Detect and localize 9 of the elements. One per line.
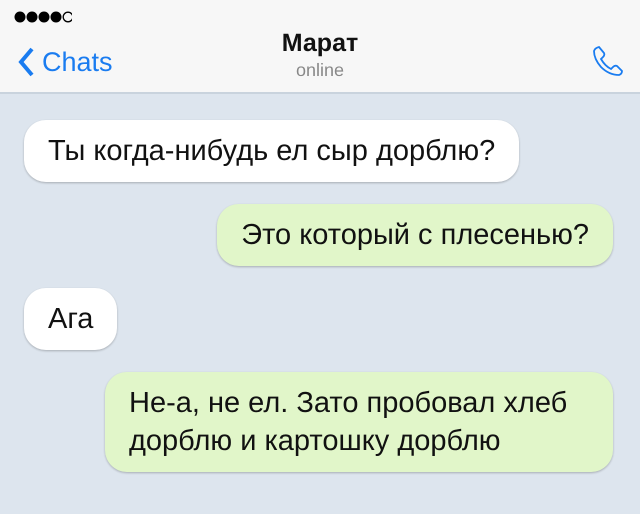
message-bubble: Это который с плесенью? bbox=[217, 204, 613, 266]
contact-name: Марат bbox=[282, 29, 358, 58]
contact-status: online bbox=[296, 60, 344, 81]
back-chevron-icon bbox=[18, 47, 34, 77]
message-bubble: Не-а, не ел. Зато пробовал хлеб дорблю и картошку дорблю bbox=[105, 372, 613, 472]
message-bubble: Ты когда-нибудь ел сыр дорблю? bbox=[24, 120, 520, 182]
message-bubble: Ага bbox=[24, 288, 118, 350]
signal-icon bbox=[14, 10, 72, 24]
back-button[interactable]: Chats bbox=[14, 46, 174, 78]
